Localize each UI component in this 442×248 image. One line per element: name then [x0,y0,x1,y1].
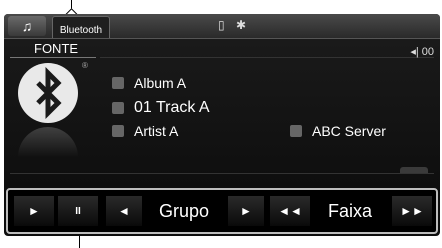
tab-bar: ♫ Bluetooth ▯ ✱ [4,14,440,39]
artist-name: Artist A [134,123,179,139]
play-button[interactable]: ► [14,196,54,226]
album-icon [112,77,124,89]
registered-mark: ® [82,61,88,70]
artist-row: Artist A [112,123,178,139]
album-name: Album A [134,75,187,91]
logo-reflection [18,127,78,157]
panel-divider [10,173,434,174]
track-name: 01 Track A [134,99,210,116]
status-icons: ▯ ✱ [218,18,250,32]
track-row: 01 Track A [112,99,210,117]
next-track-button[interactable]: ►► [392,196,432,226]
source-divider [10,57,96,58]
track-label: Faixa [327,200,372,221]
playback-control-bar: ► II ◄ Grupo ► ◄◄ Faixa ►► [6,188,438,234]
header-divider [100,57,434,58]
server-name: ABC Server [312,123,386,139]
previous-track-button[interactable]: ◄◄ [270,196,310,226]
pause-button[interactable]: II [58,196,98,226]
callout-bottom-line [79,234,80,248]
source-button[interactable]: FONTE [34,41,78,56]
next-group-button[interactable]: ► [228,196,264,226]
volume-indicator: ◂| 00 [410,46,434,58]
server-icon [290,125,302,137]
server-row: ABC Server [290,123,386,139]
group-label: Grupo [158,200,210,221]
now-playing-panel: FONTE ◂| 00 ® Album A 01 Track A Artist … [4,39,440,189]
track-icon [112,102,124,114]
tab-bluetooth[interactable]: Bluetooth [52,16,110,38]
artist-icon [112,125,124,137]
music-tab-icon[interactable]: ♫ [8,16,46,36]
audio-screen: ♫ Bluetooth ▯ ✱ FONTE ◂| 00 ® Album A 01… [4,14,440,236]
bluetooth-logo-icon [18,63,78,123]
album-row: Album A [112,75,186,91]
previous-group-button[interactable]: ◄ [106,196,142,226]
